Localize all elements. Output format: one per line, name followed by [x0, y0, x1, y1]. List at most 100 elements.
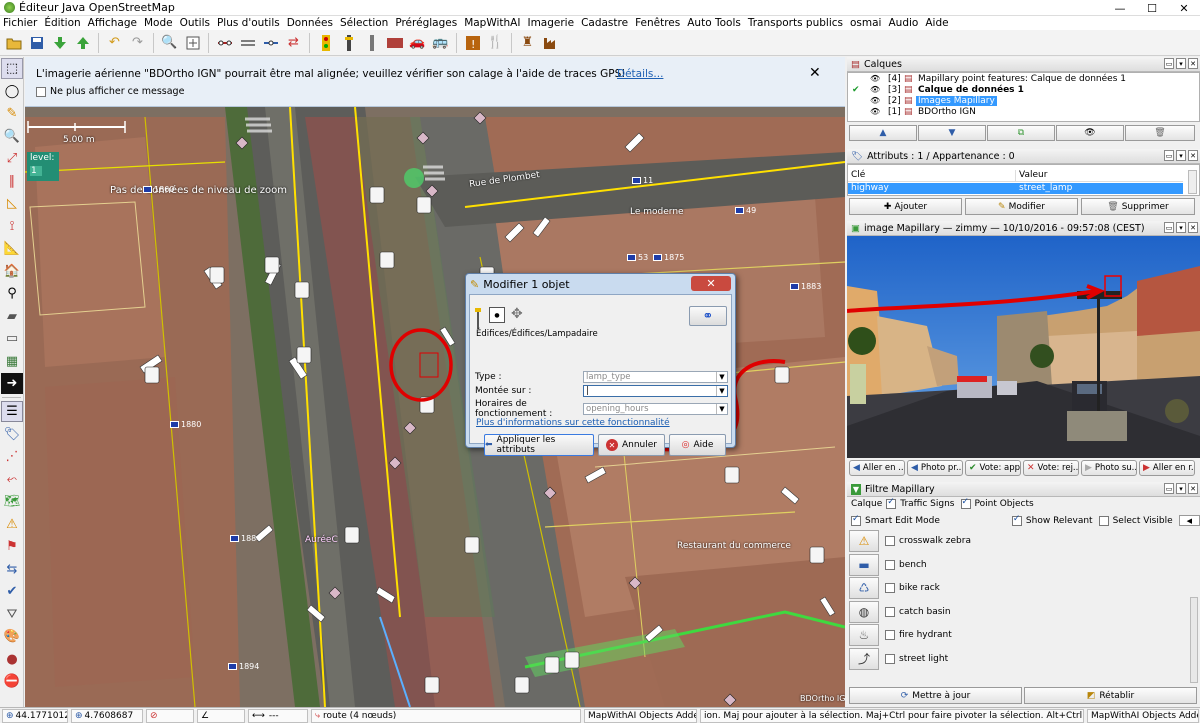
minimize-button[interactable]: —: [1104, 0, 1136, 16]
zoom-icon[interactable]: 🔍: [160, 33, 180, 53]
filter-icon[interactable]: ⛛: [1, 604, 23, 625]
split-way-icon[interactable]: [215, 33, 235, 53]
image-nav-button[interactable]: ◀ Photo pr...: [907, 460, 963, 476]
help-button[interactable]: ◎ Aide: [669, 434, 726, 456]
mapillary-tool-icon[interactable]: ➜: [1, 373, 23, 394]
notice-close-button[interactable]: ✕: [809, 65, 821, 81]
building-tool-icon[interactable]: 🏠: [1, 261, 23, 282]
chevron-down-icon[interactable]: ▼: [716, 372, 727, 382]
filter-item-checkbox[interactable]: [885, 630, 895, 640]
panel-minimize-button[interactable]: ▾: [1176, 150, 1186, 161]
smart-edit-checkbox[interactable]: Smart Edit Mode: [851, 514, 1012, 526]
eye-icon[interactable]: 👁: [870, 74, 884, 83]
eye-icon[interactable]: 👁: [870, 85, 884, 94]
menu-item[interactable]: Cadastre: [581, 17, 628, 29]
industrial-icon[interactable]: [541, 33, 561, 53]
field-opening-hours-combo[interactable]: opening_hours ▼: [583, 403, 728, 415]
palette-icon[interactable]: ●: [1, 649, 23, 670]
eye-icon[interactable]: 👁: [870, 107, 884, 116]
bike-icon[interactable]: ♺: [849, 577, 879, 599]
improve-way-icon[interactable]: ⤢: [1, 148, 23, 169]
image-nav-button[interactable]: ✕ Vote: rej...: [1023, 460, 1079, 476]
image-nav-button[interactable]: ▶ Photo su...: [1081, 460, 1137, 476]
update-button[interactable]: ⟳ Mettre à jour: [849, 687, 1022, 704]
changeset-icon[interactable]: ⇆: [1, 559, 23, 580]
filter-scrollbar[interactable]: [1190, 597, 1198, 683]
restaurant-icon[interactable]: 🍴: [486, 33, 506, 53]
save-icon[interactable]: [27, 33, 47, 53]
maximize-button[interactable]: ☐: [1136, 0, 1168, 16]
add-tag-button[interactable]: ✚ Ajouter: [849, 198, 962, 215]
menu-item[interactable]: Préréglages: [395, 17, 457, 29]
castle-icon[interactable]: ♜: [518, 33, 538, 53]
layer-row[interactable]: 👁 [2] ▤ Images Mapillary: [848, 95, 1199, 106]
lasso-tool-icon[interactable]: ◯: [1, 81, 23, 102]
filter-item-checkbox[interactable]: [885, 606, 895, 617]
value-column-header[interactable]: Valeur: [1016, 170, 1047, 181]
wall-icon[interactable]: [385, 33, 405, 53]
layer-row[interactable]: 👁 [1] ▤ BDOrtho IGN: [848, 106, 1199, 117]
point-objects-checkbox[interactable]: Point Objects: [960, 497, 1034, 509]
tag-icon[interactable]: 🏷: [1, 424, 23, 445]
menu-item[interactable]: Auto Tools: [687, 17, 741, 29]
image-nav-button[interactable]: ✔Vote: app...: [965, 460, 1021, 476]
panel-minimize-button[interactable]: ▾: [1176, 222, 1186, 233]
measure-icon[interactable]: ◺: [1, 193, 23, 214]
preferences-icon[interactable]: [183, 33, 203, 53]
checkmark-icon[interactable]: ✔: [1, 581, 23, 602]
square-icon[interactable]: ▭: [1, 328, 23, 349]
menu-item[interactable]: Fichier: [3, 17, 37, 29]
menu-item[interactable]: Données: [287, 17, 333, 29]
menu-item[interactable]: Aide: [925, 17, 948, 29]
dont-show-checkbox[interactable]: Ne plus afficher ce message: [36, 86, 184, 97]
menu-item[interactable]: Plus d'outils: [217, 17, 280, 29]
merge-layer-button[interactable]: ⧉: [987, 125, 1055, 141]
toggle-visibility-button[interactable]: 👁: [1056, 125, 1124, 141]
select-visible-checkbox[interactable]: Select Visible: [1098, 515, 1173, 526]
shape-icon[interactable]: ▰: [1, 306, 23, 327]
menu-item[interactable]: Mode: [144, 17, 173, 29]
menu-item[interactable]: MapWithAI: [464, 17, 520, 29]
relation-icon[interactable]: ⋰: [1, 446, 23, 467]
show-relevant-checkbox[interactable]: Show Relevant: [1011, 514, 1093, 526]
redo-icon[interactable]: ↷: [128, 33, 148, 53]
menu-item[interactable]: Fenêtres: [635, 17, 680, 29]
extrude-icon[interactable]: ⟟: [1, 216, 23, 237]
street-level-photo[interactable]: [847, 236, 1200, 458]
menu-item[interactable]: Édition: [44, 17, 80, 29]
paint-icon[interactable]: 🎨: [1, 626, 23, 647]
bench-icon[interactable]: ▬: [849, 553, 879, 576]
chevron-down-icon[interactable]: ▼: [716, 404, 727, 414]
terracer-icon[interactable]: ⚲: [1, 283, 23, 304]
apply-tags-button[interactable]: ⬅ Appliquer les attributs: [484, 434, 594, 456]
layer-row[interactable]: 👁 [4] ▤ Mapillary point features: Calque de…: [848, 73, 1199, 84]
filter-item-checkbox[interactable]: [885, 653, 895, 664]
filter-item-checkbox[interactable]: [885, 583, 895, 593]
traffic-signs-checkbox[interactable]: Traffic Signs: [886, 497, 955, 509]
draw-tool-icon[interactable]: ✎: [1, 103, 23, 124]
dialog-close-button[interactable]: ✕: [691, 276, 731, 291]
upload-icon[interactable]: [73, 33, 93, 53]
stop-icon[interactable]: ⛔: [1, 671, 23, 692]
menu-item[interactable]: Imagerie: [527, 17, 574, 29]
menu-item[interactable]: Sélection: [340, 17, 388, 29]
map-icon[interactable]: 🗺: [1, 491, 23, 512]
tag-key-cell[interactable]: highway: [848, 183, 1016, 194]
history-icon[interactable]: ⬿: [1, 469, 23, 490]
manhole-icon[interactable]: ◍: [849, 600, 879, 623]
panel-dock-button[interactable]: ▭: [1164, 58, 1174, 69]
reverse-way-icon[interactable]: ⇄: [284, 33, 304, 53]
bus-icon[interactable]: 🚌: [431, 33, 451, 53]
select-tool-icon[interactable]: ⬚: [1, 58, 23, 79]
layer-row[interactable]: ✔ 👁 [3] ▤ Calque de données 1: [848, 84, 1199, 95]
parallel-way-icon[interactable]: ∥: [1, 171, 23, 192]
menu-item[interactable]: Affichage: [88, 17, 137, 29]
zoom-tool-icon[interactable]: 🔍: [1, 126, 23, 147]
layers-panel-header[interactable]: ▤ Calques ▭ ▾ ✕: [847, 57, 1200, 72]
more-info-link[interactable]: Plus d'informations sur cette fonctionna…: [476, 418, 670, 428]
image-nav-button[interactable]: ◀ Aller en ...: [849, 460, 905, 476]
street-light-icon[interactable]: ⤴: [849, 647, 879, 670]
preset-search-button[interactable]: ⚭: [689, 306, 727, 326]
menu-item[interactable]: osmai: [850, 17, 881, 29]
reset-button[interactable]: ◩ Rétablir: [1024, 687, 1197, 704]
